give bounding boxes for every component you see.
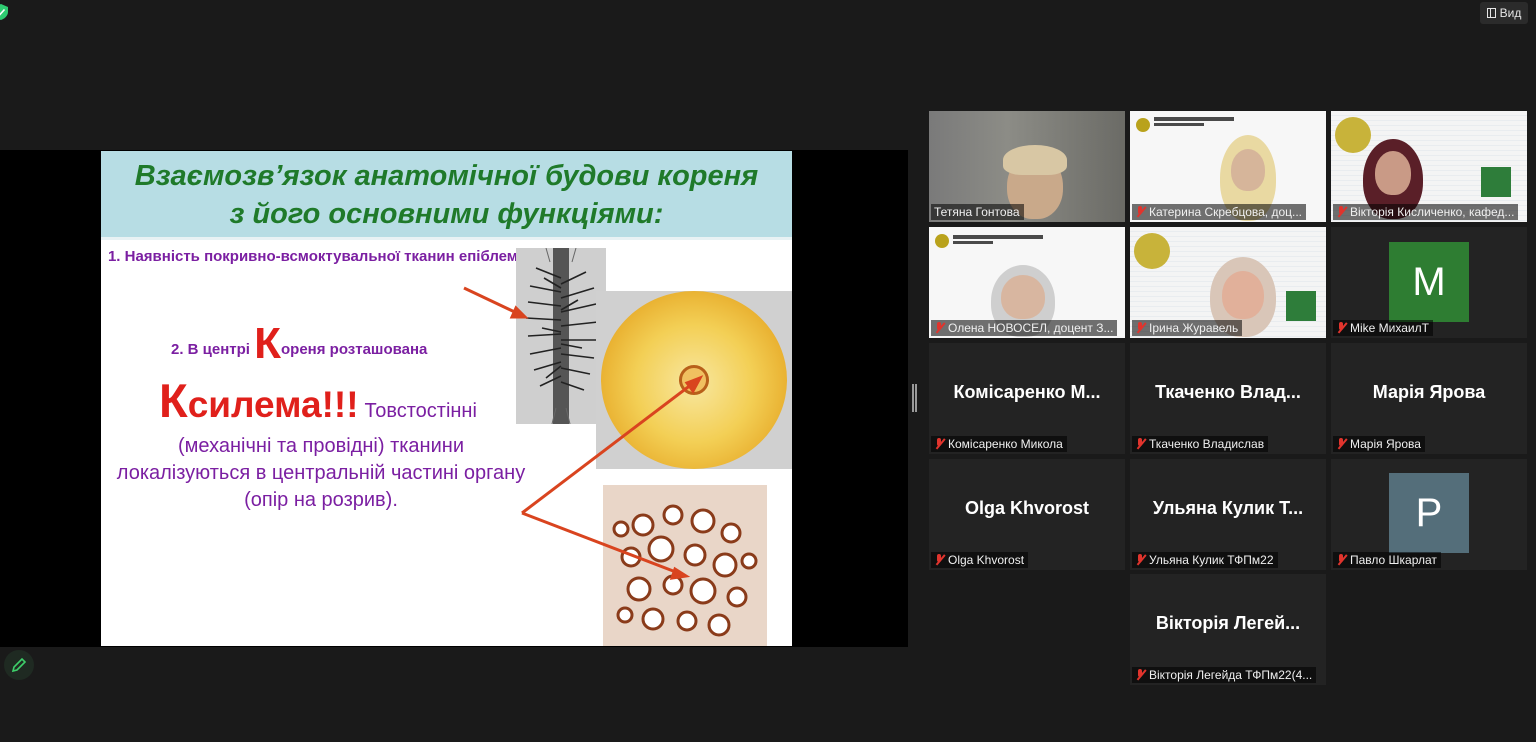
- participant-name: Olga Khvorost: [948, 553, 1025, 567]
- participant-name-label: Ульяна Кулик ТФПм22: [1132, 552, 1278, 568]
- participant-tile[interactable]: Олена НОВОСЕЛ, доцент З...: [929, 227, 1125, 338]
- shared-screen: Взаємозв’язок анатомічної будови кореня …: [0, 150, 908, 647]
- participant-name-label: Вікторія Легейда ТФПм22(4...: [1132, 667, 1317, 683]
- muted-mic-icon: [1336, 206, 1346, 218]
- participant-display-name: Ткаченко Влад...: [1155, 382, 1301, 402]
- muted-mic-icon: [1135, 554, 1145, 566]
- participant-name: Ткаченко Владислав: [1149, 437, 1265, 451]
- muted-mic-icon: [1336, 438, 1346, 450]
- participant-name: Вікторія Легейда ТФПм22(4...: [1149, 668, 1313, 682]
- view-layout-icon: [1486, 8, 1496, 18]
- muted-mic-icon: [934, 554, 944, 566]
- participant-name-label: Марія Ярова: [1333, 436, 1425, 452]
- avatar: M: [1389, 242, 1469, 322]
- muted-mic-icon: [1135, 438, 1145, 450]
- participant-display-name: Ульяна Кулик Т...: [1152, 498, 1304, 518]
- participant-tile[interactable]: Ткаченко Влад... Ткаченко Владислав: [1130, 343, 1326, 454]
- participant-display-name: Olga Khvorost: [964, 498, 1089, 518]
- participant-name: Катерина Скребцова, доц...: [1149, 205, 1302, 219]
- participant-tile[interactable]: P Павло Шкарлат: [1331, 459, 1527, 570]
- participant-tile[interactable]: Комісаренко М... Комісаренко Микола: [929, 343, 1125, 454]
- muted-mic-icon: [934, 322, 944, 334]
- security-shield-icon[interactable]: [0, 4, 8, 20]
- slide-arrows: [463, 286, 704, 580]
- participant-name-label: Комісаренко Микола: [931, 436, 1067, 452]
- participant-tile[interactable]: Olga Khvorost Olga Khvorost: [929, 459, 1125, 570]
- participant-name-label: Катерина Скребцова, доц...: [1132, 204, 1306, 220]
- participant-name-label: Тетяна Гонтова: [931, 204, 1024, 220]
- participant-name: Ульяна Кулик ТФПм22: [1149, 553, 1274, 567]
- muted-mic-icon: [934, 438, 944, 450]
- muted-mic-icon: [1135, 206, 1145, 218]
- participant-name-label: Olga Khvorost: [931, 552, 1029, 568]
- participant-name: Mike МихаилТ: [1350, 321, 1429, 335]
- participant-display-name: Вікторія Легей...: [1155, 613, 1301, 633]
- muted-mic-icon: [1336, 554, 1346, 566]
- pencil-icon: [11, 657, 27, 673]
- participant-name: Марія Ярова: [1350, 437, 1421, 451]
- participant-tile[interactable]: M Mike МихаилТ: [1331, 227, 1527, 338]
- participant-tile[interactable]: Вікторія Кисличенко, кафед...: [1331, 111, 1527, 222]
- avatar: P: [1389, 473, 1469, 553]
- annotate-pencil-button[interactable]: [4, 650, 34, 680]
- muted-mic-icon: [1336, 322, 1346, 334]
- participant-name-label: Ткаченко Владислав: [1132, 436, 1269, 452]
- participant-name-label: Mike МихаилТ: [1333, 320, 1433, 336]
- participant-display-name: Марія Ярова: [1372, 382, 1486, 402]
- participant-name: Комісаренко Микола: [948, 437, 1063, 451]
- view-button-label: Вид: [1499, 6, 1522, 20]
- participant-display-name: Комісаренко М...: [953, 382, 1101, 402]
- participant-name-label: Павло Шкарлат: [1333, 552, 1441, 568]
- participant-tile[interactable]: Тетяна Гонтова: [929, 111, 1125, 222]
- view-button[interactable]: Вид: [1480, 2, 1528, 24]
- participant-name: Павло Шкарлат: [1350, 553, 1437, 567]
- muted-mic-icon: [1135, 669, 1145, 681]
- participant-tile[interactable]: Марія Ярова Марія Ярова: [1331, 343, 1527, 454]
- participant-tile[interactable]: Ірина Журавель: [1130, 227, 1326, 338]
- participant-tile[interactable]: Ульяна Кулик Т... Ульяна Кулик ТФПм22: [1130, 459, 1326, 570]
- participant-name-label: Вікторія Кисличенко, кафед...: [1333, 204, 1519, 220]
- participant-name: Олена НОВОСЕЛ, доцент З...: [948, 321, 1114, 335]
- participant-name: Тетяна Гонтова: [934, 205, 1020, 219]
- avatar-initial: P: [1415, 490, 1443, 535]
- avatar-initial: M: [1412, 259, 1446, 304]
- participant-name: Ірина Журавель: [1149, 321, 1239, 335]
- muted-mic-icon: [1135, 322, 1145, 334]
- presentation-slide: Взаємозв’язок анатомічної будови кореня …: [101, 151, 792, 646]
- participant-tile[interactable]: Катерина Скребцова, доц...: [1130, 111, 1326, 222]
- panel-resize-handle[interactable]: [912, 384, 917, 412]
- participant-name-label: Олена НОВОСЕЛ, доцент З...: [931, 320, 1118, 336]
- participant-tile[interactable]: Вікторія Легей... Вікторія Легейда ТФПм2…: [1130, 574, 1326, 685]
- participant-name-label: Ірина Журавель: [1132, 320, 1243, 336]
- participant-name: Вікторія Кисличенко, кафед...: [1350, 205, 1515, 219]
